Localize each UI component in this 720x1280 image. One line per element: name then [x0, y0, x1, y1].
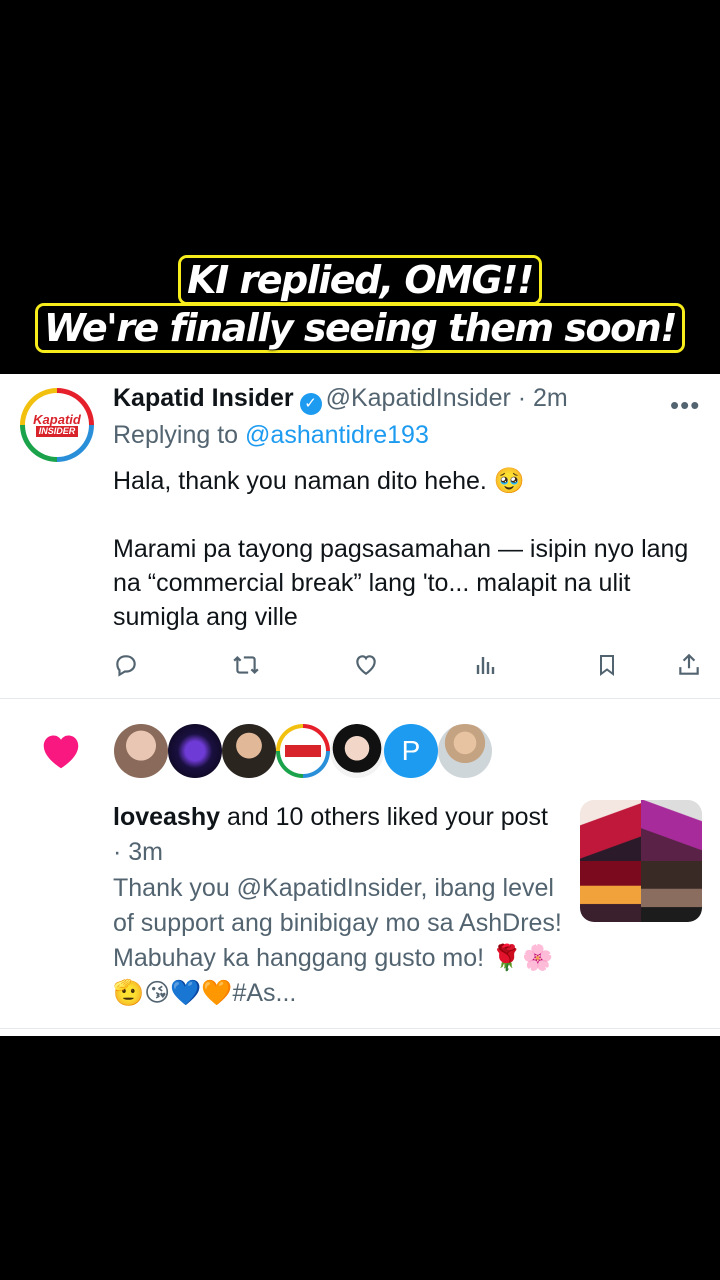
tweet-body: Hala, thank you naman dito hehe. 🥹 Maram…: [113, 464, 703, 634]
heart-icon: [43, 735, 79, 769]
liker-avatar[interactable]: [222, 724, 276, 778]
notification-text: loveashy and 10 others liked your post ·…: [113, 800, 563, 870]
replying-to: Replying to @ashantidre193: [113, 421, 429, 450]
reply-icon[interactable]: [113, 652, 139, 678]
caption-line-1: KI replied, OMG!!: [0, 256, 720, 304]
liker-avatar[interactable]: [168, 724, 222, 778]
notifications-card: Kapatid INSIDER Kapatid Insider ✓ @Kapatid…: [0, 374, 720, 1036]
views-icon[interactable]: [474, 652, 498, 678]
retweet-icon[interactable]: [232, 652, 260, 678]
tweet-actions: [0, 652, 720, 678]
kapatid-insider-avatar[interactable]: Kapatid INSIDER: [20, 388, 94, 462]
notification-rest: and 10 others liked your post: [220, 803, 548, 831]
verified-badge-icon: ✓: [299, 393, 322, 415]
post-media-thumbnail[interactable]: [580, 800, 702, 922]
liker-avatar-kapatid-insider[interactable]: [276, 724, 330, 778]
tweet-text-line-1: Hala, thank you naman dito hehe. 🥹: [113, 467, 525, 495]
tweet-text-line-2: Marami pa tayong pagsasamahan — isipin n…: [113, 535, 689, 631]
like-notification[interactable]: P loveashy and 10 others liked your post…: [0, 698, 720, 1029]
liker-name[interactable]: loveashy: [113, 803, 220, 831]
tweet-header: Kapatid Insider ✓ @KapatidInsider · 2m: [113, 384, 568, 415]
replying-to-link[interactable]: @ashantidre193: [245, 421, 429, 449]
bookmark-icon[interactable]: [595, 652, 619, 678]
share-icon[interactable]: [676, 652, 702, 678]
avatar-logo-subtext: INSIDER: [35, 426, 79, 437]
liker-avatar[interactable]: [114, 724, 168, 778]
author-handle-time[interactable]: @KapatidInsider · 2m: [326, 384, 568, 412]
liked-post-preview[interactable]: Thank you @KapatidInsider, ibang level o…: [113, 871, 573, 1011]
caption-line-2: We're finally seeing them soon!: [0, 304, 720, 352]
notification-time: · 3m: [113, 838, 163, 866]
liker-avatar[interactable]: [330, 724, 384, 778]
liker-avatar[interactable]: [438, 724, 492, 778]
like-icon[interactable]: [353, 652, 379, 678]
liker-avatar-letter[interactable]: P: [384, 724, 438, 778]
replying-prefix: Replying to: [113, 421, 239, 449]
more-options-icon[interactable]: •••: [670, 390, 700, 421]
reply-tweet[interactable]: Kapatid INSIDER Kapatid Insider ✓ @Kapatid…: [0, 374, 720, 699]
avatar-logo-text: Kapatid: [33, 412, 81, 427]
author-name[interactable]: Kapatid Insider: [113, 384, 294, 412]
